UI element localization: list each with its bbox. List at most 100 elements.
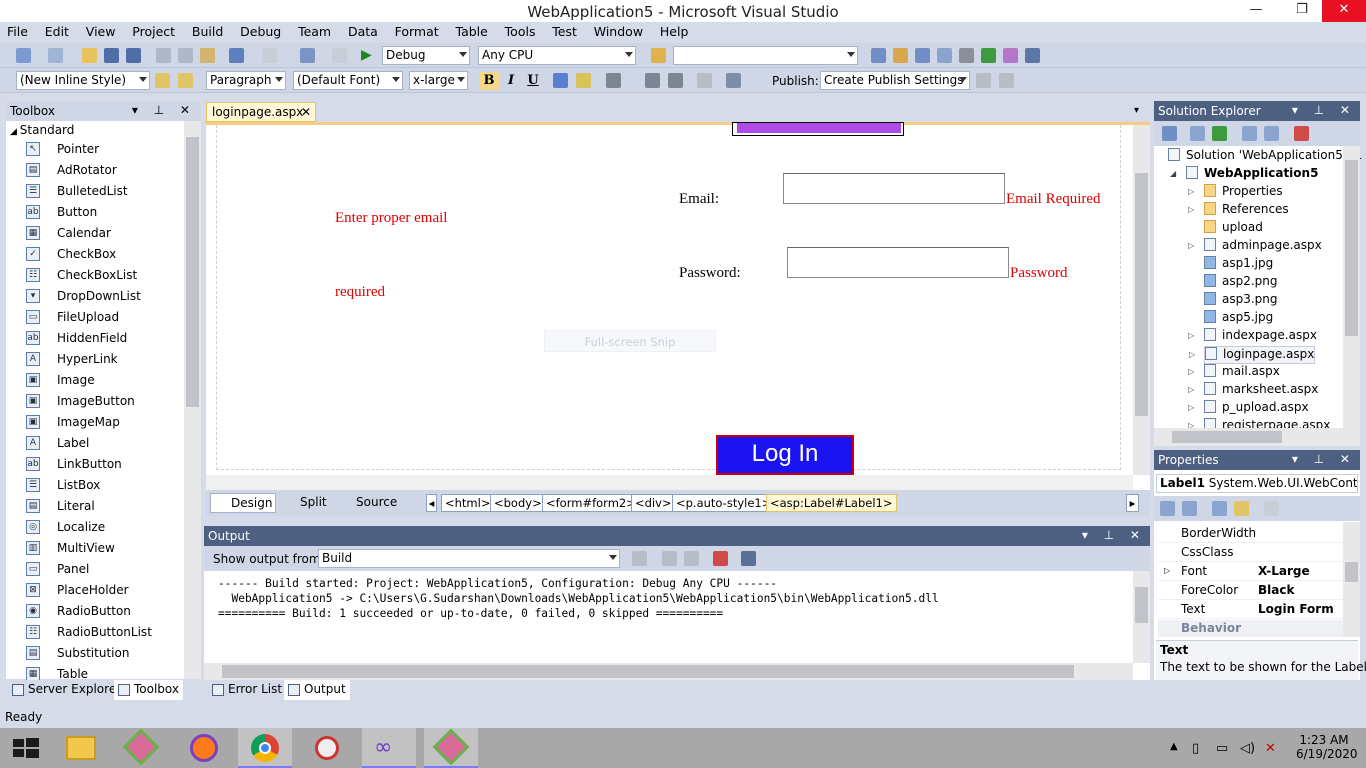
clear-all-icon[interactable]: [713, 551, 728, 566]
login-button[interactable]: Log In: [716, 435, 854, 475]
output-scroll-thumb[interactable]: [1135, 587, 1148, 623]
property-pages-icon[interactable]: [1264, 501, 1279, 516]
fore-color-icon[interactable]: [553, 73, 568, 88]
menu-view[interactable]: View: [79, 22, 122, 39]
property-row[interactable]: CssClass: [1158, 543, 1344, 562]
expand-icon[interactable]: ▷: [1188, 241, 1194, 250]
clock[interactable]: 1:23 AM 6/19/2020: [1296, 733, 1358, 761]
toolbox-item[interactable]: ▣ ImageMap: [6, 412, 184, 433]
toolbox-item[interactable]: ☰ ListBox: [6, 475, 184, 496]
solution-item[interactable]: ▷ mail.aspx: [1188, 364, 1280, 382]
solution-item[interactable]: asp2.png: [1204, 274, 1278, 292]
font-name-combo[interactable]: (Default Font): [293, 71, 403, 90]
menu-format[interactable]: Format: [388, 22, 445, 39]
show-all-files-icon[interactable]: [1190, 126, 1205, 141]
title-label-box[interactable]: [732, 122, 904, 136]
output-hscroll-thumb[interactable]: [222, 665, 1074, 678]
add-item-icon[interactable]: [48, 48, 63, 63]
solution-item[interactable]: ▷ loginpage.aspx: [1189, 346, 1316, 364]
app-taskbar-icon-1[interactable]: [114, 728, 168, 768]
insert-table-icon[interactable]: [726, 73, 741, 88]
menu-test[interactable]: Test: [545, 22, 583, 39]
alphabetical-icon[interactable]: [1182, 501, 1197, 516]
toolbox-item[interactable]: ▤ AdRotator: [6, 160, 184, 181]
block-format-combo[interactable]: Paragraph: [206, 71, 286, 90]
design-view-button[interactable]: Design: [210, 493, 276, 513]
open-folder-icon[interactable]: [82, 48, 97, 63]
italic-button[interactable]: I: [501, 72, 521, 90]
property-value[interactable]: X-Large: [1258, 564, 1310, 578]
tab-server-explorer[interactable]: Server Explorer: [8, 680, 125, 700]
extensions-icon[interactable]: [1003, 48, 1018, 63]
toolbox-scroll-thumb[interactable]: [186, 137, 199, 407]
find-combo[interactable]: [673, 46, 858, 65]
device-icon[interactable]: ▯: [1192, 741, 1199, 756]
events-icon[interactable]: [1234, 501, 1249, 516]
justify-icon[interactable]: [606, 73, 621, 88]
solution-configuration-combo[interactable]: Debug: [382, 46, 470, 65]
solution-item[interactable]: ▷ References: [1188, 202, 1289, 220]
solution-item[interactable]: ▷ p_upload.aspx: [1188, 400, 1309, 418]
toolbox-scrollbar[interactable]: [184, 121, 201, 679]
menu-project[interactable]: Project: [125, 22, 181, 39]
view-designer-icon[interactable]: [1264, 126, 1279, 141]
bold-button[interactable]: B: [479, 72, 499, 90]
word-wrap-icon[interactable]: [741, 551, 756, 566]
new-style-icon[interactable]: [178, 73, 193, 88]
solution-item[interactable]: ▷ indexpage.aspx: [1188, 328, 1317, 346]
expand-icon[interactable]: ▷: [1164, 566, 1170, 575]
toolbox-item[interactable]: ▾ DropDownList: [6, 286, 184, 307]
firefox-taskbar-icon[interactable]: [178, 728, 232, 768]
property-row[interactable]: ForeColor Black: [1158, 581, 1344, 600]
password-textbox[interactable]: [787, 247, 1009, 278]
chrome-taskbar-icon[interactable]: [238, 728, 292, 768]
categorized-icon[interactable]: [1160, 501, 1175, 516]
solution-item[interactable]: Solution 'WebApplication5' (1: [1168, 148, 1362, 166]
toolbox-item[interactable]: ☰ BulletedList: [6, 181, 184, 202]
expand-icon[interactable]: ▷: [1189, 350, 1195, 359]
copy-icon[interactable]: [178, 48, 193, 63]
publish-settings-icon[interactable]: [999, 73, 1014, 88]
property-row[interactable]: Text Login Form: [1158, 600, 1344, 619]
object-browser-icon[interactable]: [915, 48, 930, 63]
numbered-list-icon[interactable]: [645, 73, 660, 88]
volume-icon[interactable]: ◁): [1240, 741, 1255, 756]
solution-explorer-window-controls[interactable]: ▾ ⊥ ✕: [1292, 103, 1356, 117]
toolbox-item[interactable]: A Label: [6, 433, 184, 454]
properties-scrollbar[interactable]: [1343, 522, 1360, 637]
design-vertical-scrollbar[interactable]: [1133, 125, 1150, 475]
expand-icon[interactable]: ▷: [1188, 331, 1194, 340]
file-explorer-taskbar-icon[interactable]: [54, 728, 108, 768]
snipping-tool-taskbar-icon[interactable]: [300, 728, 354, 768]
command-window-icon[interactable]: [1025, 48, 1040, 63]
toolbox-item[interactable]: ◉ RadioButton: [6, 601, 184, 622]
app-taskbar-icon-2[interactable]: [424, 728, 478, 768]
source-view-button[interactable]: Source: [341, 495, 397, 509]
property-value[interactable]: Black: [1258, 583, 1294, 597]
solution-hscroll-thumb[interactable]: [1172, 431, 1282, 443]
output-window-controls[interactable]: ▾ ⊥ ✕: [1082, 528, 1146, 542]
crumb-paragraph[interactable]: <p.auto-style1>: [672, 494, 776, 512]
properties-category-behavior[interactable]: Behavior: [1158, 620, 1344, 637]
toolbox-window-icon[interactable]: [937, 48, 952, 63]
toolbox-item[interactable]: ◎ Localize: [6, 517, 184, 538]
toolbox-item[interactable]: ✓ CheckBox: [6, 244, 184, 265]
menu-file[interactable]: File: [0, 22, 34, 39]
paste-icon[interactable]: [200, 48, 215, 63]
start-page-icon[interactable]: [981, 48, 996, 63]
menu-table[interactable]: Table: [449, 22, 494, 39]
toolbox-item[interactable]: ▭ FileUpload: [6, 307, 184, 328]
email-textbox[interactable]: [783, 173, 1005, 204]
maximize-button[interactable]: ❐: [1280, 0, 1324, 22]
refresh-icon[interactable]: [1212, 126, 1227, 141]
back-color-icon[interactable]: [576, 73, 591, 88]
copy-website-icon[interactable]: [1294, 126, 1309, 141]
toolbox-item[interactable]: ▥ MultiView: [6, 538, 184, 559]
menu-window[interactable]: Window: [587, 22, 649, 39]
tab-loginpage[interactable]: loginpage.aspx ✕: [206, 102, 316, 122]
crumb-scroll-right[interactable]: ▸: [1126, 494, 1139, 512]
toolbox-item[interactable]: ab LinkButton: [6, 454, 184, 475]
toolbox-item[interactable]: ab HiddenField: [6, 328, 184, 349]
notification-alert-icon[interactable]: ✕: [1265, 741, 1276, 756]
crumb-form[interactable]: <form#form2>: [542, 494, 640, 512]
